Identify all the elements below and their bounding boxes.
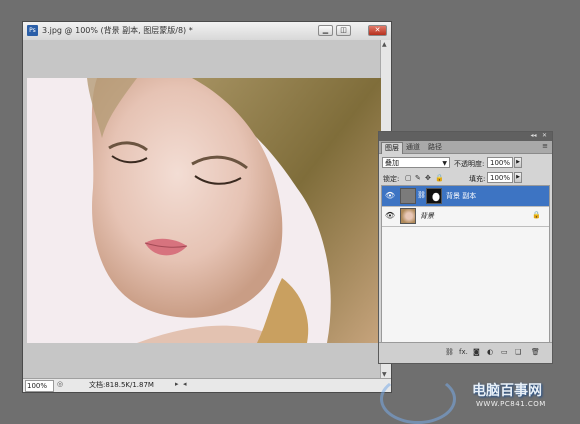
delete-layer-icon[interactable]: 🗑 [531,348,540,356]
lock-label: 锁定: [383,175,400,183]
restore-icon[interactable]: ◫ [336,25,351,36]
photoshop-app-icon: Ps [27,25,38,36]
scroll-up-icon[interactable]: ▲ [382,41,387,48]
fill-label: 填充: [469,175,486,183]
blend-mode-select[interactable]: 叠加 ▼ [382,157,450,168]
panel-header[interactable]: ◂◂ ✕ [379,132,552,141]
panel-tabs: 图层 通道 路径 ≡ [379,141,552,154]
lock-transparent-icon[interactable]: ▢ [405,174,412,182]
layer-name[interactable]: 背景 副本 [446,191,476,201]
close-icon[interactable]: ✕ [368,25,387,36]
panel-close-icon[interactable]: ✕ [540,133,549,139]
photo-canvas[interactable] [27,78,381,343]
fill-field[interactable]: 100% [487,172,513,183]
document-title: 3.jpg @ 100% (背景 副本, 图层蒙版/8) * [42,26,193,35]
document-titlebar[interactable]: Ps 3.jpg @ 100% (背景 副本, 图层蒙版/8) * ▁ ◫ ✕ [23,22,391,41]
document-window: Ps 3.jpg @ 100% (背景 副本, 图层蒙版/8) * ▁ ◫ ✕ … [22,21,392,393]
new-layer-icon[interactable]: ❑ [515,348,521,356]
status-menu-arrow-icon[interactable]: ▸ [175,380,179,388]
status-bar: 100% ◎ 文档:818.5K/1.87M ▸ ◂ [23,378,391,392]
panel-menu-icon[interactable]: ≡ [542,142,548,150]
layer-name[interactable]: 背景 [420,211,434,221]
watermark-text: 电脑百事网 [472,383,542,399]
opacity-slider-arrow-icon[interactable]: ▶ [514,157,522,168]
scroll-left-icon[interactable]: ◂ [183,380,187,388]
layer-mask-thumbnail[interactable] [426,188,442,204]
panel-footer: ⛓ fx. ◙ ◐ ▭ ❑ 🗑 [379,342,552,363]
eye-icon[interactable]: 👁 [384,210,396,222]
layer-row[interactable]: 👁 ⛓ 背景 副本 [382,186,549,207]
collapse-icon[interactable]: ◂◂ [529,133,538,139]
fx-icon[interactable]: fx. [459,348,468,356]
layer-row[interactable]: 👁 背景 🔒 [382,206,549,227]
document-size: 文档:818.5K/1.87M [89,381,154,389]
fill-slider-arrow-icon[interactable]: ▶ [514,172,522,183]
portrait-image [27,78,381,343]
opacity-field[interactable]: 100% [487,157,513,168]
watermark-url: WWW.PC841.COM [476,400,546,408]
layer-thumbnail[interactable] [400,208,416,224]
chevron-down-icon: ▼ [442,160,447,167]
eye-icon[interactable]: 👁 [384,190,396,202]
blend-mode-value: 叠加 [385,159,399,167]
status-info-icon[interactable]: ◎ [57,380,63,388]
tab-paths[interactable]: 路径 [425,142,445,153]
zoom-level-field[interactable]: 100% [25,380,54,392]
scroll-down-icon[interactable]: ▼ [382,371,387,378]
adjustment-layer-icon[interactable]: ◐ [487,348,493,356]
lock-all-icon[interactable]: 🔒 [435,174,444,182]
tab-channels[interactable]: 通道 [403,142,423,153]
tab-layers[interactable]: 图层 [381,142,403,154]
group-icon[interactable]: ▭ [501,348,508,356]
lock-image-icon[interactable]: ✎ [415,174,421,182]
lock-position-icon[interactable]: ✥ [425,174,431,182]
lock-icon: 🔒 [532,211,541,219]
watermark-logo [380,374,456,424]
add-mask-icon[interactable]: ◙ [473,348,480,356]
layers-panel: ◂◂ ✕ 图层 通道 路径 ≡ 叠加 ▼ 不透明度: 100% ▶ 锁定: ▢ … [378,131,553,364]
layer-thumbnail[interactable] [400,188,416,204]
opacity-label: 不透明度: [454,160,485,168]
minimize-icon[interactable]: ▁ [318,25,333,36]
link-layers-icon[interactable]: ⛓ [445,348,454,356]
mask-link-icon[interactable]: ⛓ [417,191,426,199]
layer-list: 👁 ⛓ 背景 副本 👁 背景 🔒 [381,185,550,345]
